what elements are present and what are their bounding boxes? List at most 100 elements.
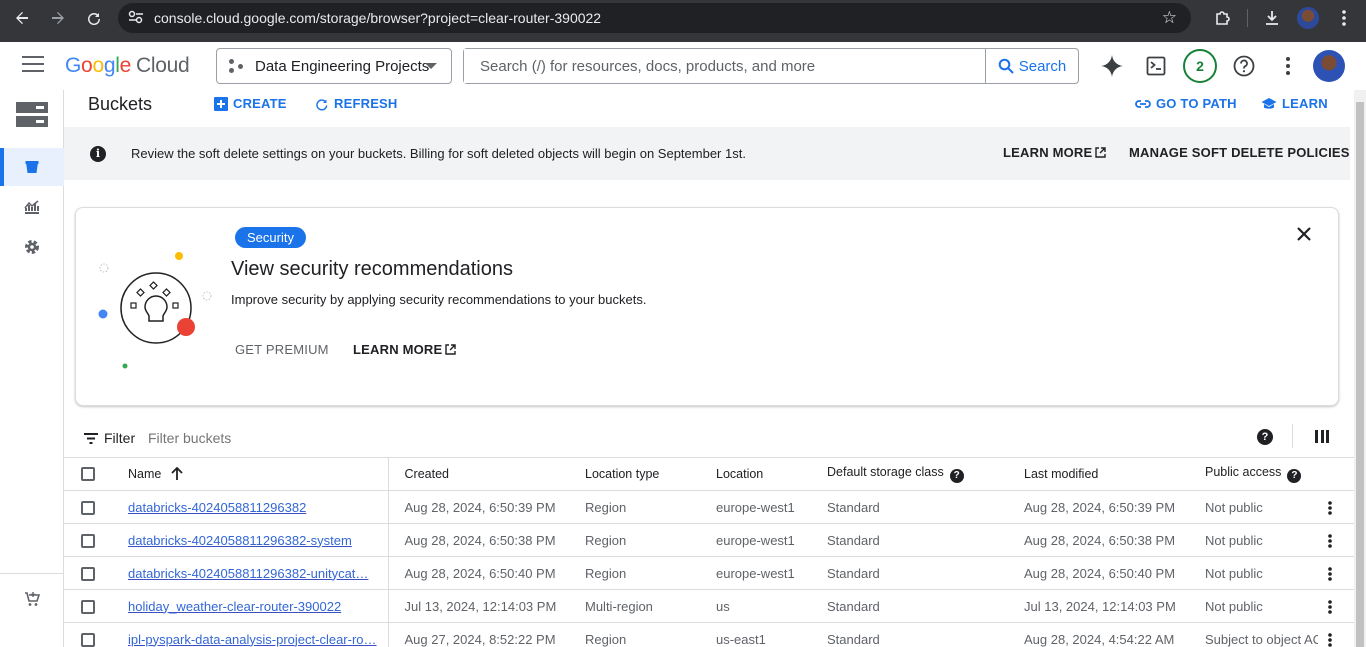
public-access-cell: Not public [1188,556,1354,590]
extensions-icon[interactable] [1205,0,1241,36]
filter-button[interactable]: Filter [84,430,135,446]
table-row[interactable]: databricks-4024058811296382-unitycat… Aug… [64,556,1354,590]
logo-letter: G [65,54,82,77]
help-icon[interactable]: ? [1257,429,1273,445]
settings-icon[interactable] [0,228,64,266]
profile-avatar[interactable] [1290,0,1326,36]
column-header-location-type[interactable]: Location type [569,457,700,491]
soft-delete-banner: i Review the soft delete settings on you… [64,127,1350,180]
bucket-name-link[interactable]: databricks-4024058811296382 [128,500,306,515]
column-display-icon[interactable] [1315,430,1329,444]
external-link-icon [1095,147,1107,158]
row-checkbox[interactable] [81,599,95,614]
help-icon[interactable]: ? [1287,469,1302,483]
avatar[interactable] [1313,50,1345,82]
row-checkbox[interactable] [81,566,95,581]
table-row[interactable]: holiday_weather-clear-router-390022 Jul 1… [64,589,1354,623]
manage-soft-delete-button[interactable]: MANAGE SOFT DELETE POLICIES [1129,145,1350,160]
banner-learn-more-label: LEARN MORE [1003,145,1093,160]
column-header-location[interactable]: Location [700,457,811,491]
reload-icon[interactable] [76,0,112,36]
left-nav-rail [0,90,64,647]
go-to-path-button[interactable]: GO TO PATH [1135,96,1237,111]
column-header-name[interactable]: Name [112,457,389,491]
column-header-last-modified[interactable]: Last modified [1008,457,1188,491]
back-arrow-icon[interactable] [4,0,40,36]
bucket-name-link[interactable]: databricks-4024058811296382-unitycat… [128,566,368,581]
row-select-cell [64,622,112,647]
search-button-label: Search [1018,57,1067,75]
page-scrollbar[interactable] [1354,90,1366,647]
location-type-cell: Region [569,556,700,590]
site-info-icon[interactable] [118,10,154,27]
cloud-shell-icon[interactable] [1142,52,1170,80]
filter-input[interactable] [148,430,448,446]
bucket-name-link[interactable]: ipl-pyspark-data-analysis-project-clear-… [128,632,377,647]
bucket-name-link[interactable]: databricks-4024058811296382-system [128,533,352,548]
help-icon[interactable]: ? [949,469,964,483]
download-icon[interactable] [1254,0,1290,36]
row-checkbox[interactable] [81,632,95,647]
location-cell: us [700,589,811,623]
learn-label: LEARN [1282,96,1328,111]
forward-arrow-icon[interactable] [40,0,76,36]
public-access-cell: Subject to object ACL [1188,622,1354,647]
info-icon: i [90,146,106,162]
bucket-name-cell: holiday_weather-clear-router-390022 [112,589,389,623]
learn-button[interactable]: LEARN [1261,96,1328,111]
gemini-icon[interactable] [1098,52,1126,80]
project-icon [229,59,245,73]
created-cell: Jul 13, 2024, 12:14:03 PM [388,589,569,623]
more-vert-icon[interactable] [1318,623,1342,647]
address-bar[interactable]: console.cloud.google.com/storage/browser… [118,3,1191,33]
refresh-label: REFRESH [334,96,398,111]
marketplace-icon[interactable] [0,580,64,618]
table-row[interactable]: databricks-4024058811296382 Aug 28, 2024,… [64,490,1354,524]
row-checkbox[interactable] [81,533,95,548]
search-button[interactable]: Search [985,49,1078,83]
table-row[interactable]: databricks-4024058811296382-system Aug 28… [64,523,1354,557]
close-icon[interactable] [1296,226,1312,242]
bucket-icon[interactable] [0,148,64,186]
security-chip: Security [235,227,306,248]
more-vert-icon[interactable] [1318,590,1342,622]
menu-icon[interactable] [22,56,44,76]
banner-learn-more-link[interactable]: LEARN MORE [1003,145,1107,160]
chevron-down-icon [425,63,437,69]
column-header-public-access[interactable]: Public access? [1188,457,1354,491]
select-all-checkbox[interactable] [81,467,95,482]
row-select-cell [64,589,112,623]
column-header-label: Public access [1205,465,1282,479]
sort-arrow-up-icon [171,466,183,480]
refresh-button[interactable]: REFRESH [315,96,398,111]
more-vert-icon[interactable] [1318,491,1342,523]
help-icon[interactable] [1230,52,1258,80]
column-header-storage-class[interactable]: Default storage class? [811,457,1008,491]
project-picker[interactable]: Data Engineering Projects [216,48,452,84]
more-vert-icon[interactable] [1318,557,1342,589]
storage-icon[interactable] [0,96,64,134]
scrollbar-thumb[interactable] [1356,102,1364,647]
location-cell: europe-west1 [700,556,811,590]
search-input[interactable] [464,49,985,83]
more-vert-icon[interactable] [1274,52,1302,80]
get-premium-button[interactable]: GET PREMIUM [235,342,329,357]
column-header-label: Name [128,467,162,481]
more-vert-icon[interactable] [1326,0,1362,36]
last-modified-cell: Aug 28, 2024, 6:50:40 PM [1008,556,1188,590]
column-header-created[interactable]: Created [388,457,569,491]
more-vert-icon[interactable] [1318,524,1342,556]
row-checkbox[interactable] [81,500,95,515]
monitoring-icon[interactable] [0,188,64,226]
google-cloud-logo[interactable]: Google Cloud [65,54,190,78]
create-button[interactable]: CREATE [214,96,287,111]
notifications-badge[interactable]: 2 [1183,49,1217,83]
logo-letter: o [92,54,104,77]
card-learn-more-link[interactable]: LEARN MORE [353,342,457,357]
created-cell: Aug 28, 2024, 6:50:38 PM [388,523,569,557]
bookmark-star-icon[interactable]: ☆ [1162,8,1177,28]
table-row[interactable]: ipl-pyspark-data-analysis-project-clear-… [64,622,1354,647]
url-text[interactable]: console.cloud.google.com/storage/browser… [154,10,601,26]
browser-chrome: console.cloud.google.com/storage/browser… [0,0,1366,42]
bucket-name-link[interactable]: holiday_weather-clear-router-390022 [128,599,341,614]
